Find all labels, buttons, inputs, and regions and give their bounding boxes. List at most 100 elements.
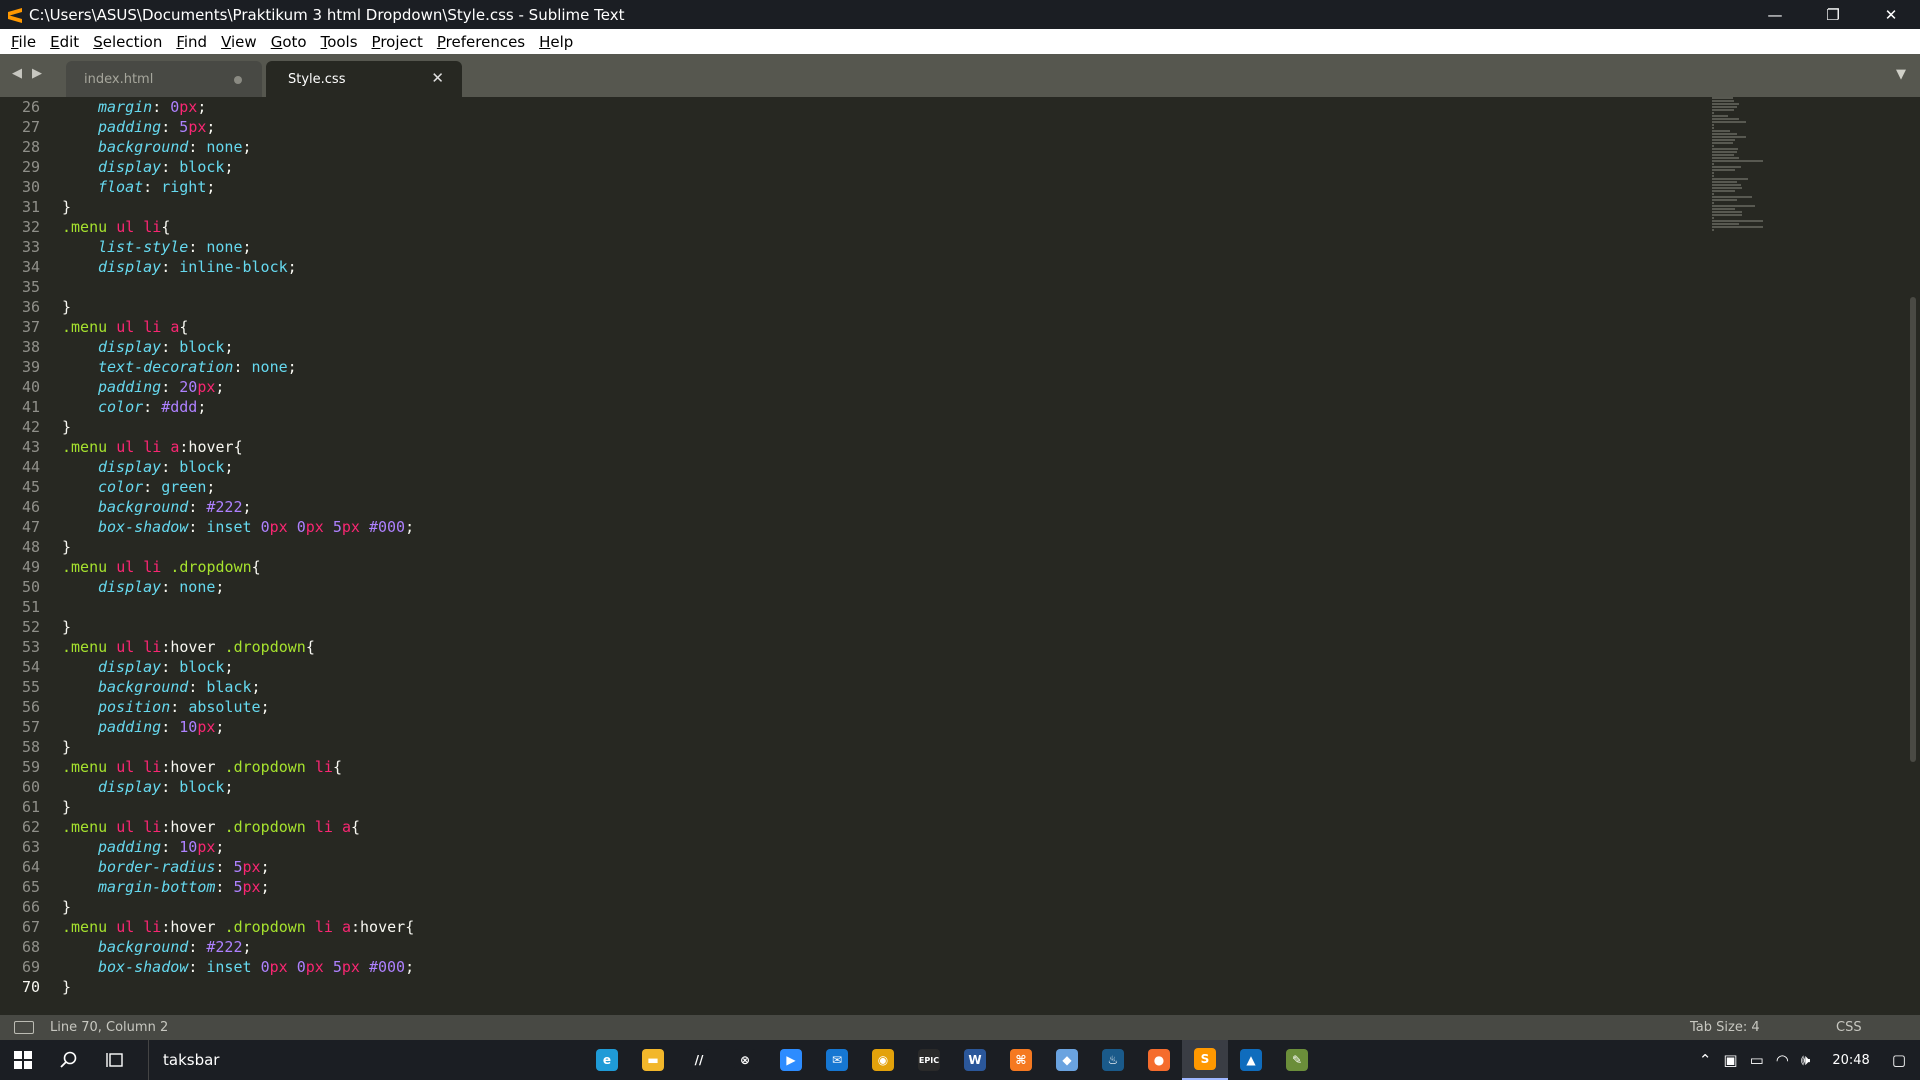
code-line[interactable]: .menu ul li:hover .dropdown li{ <box>62 757 414 777</box>
menu-edit[interactable]: Edit <box>43 33 86 51</box>
menu-preferences[interactable]: Preferences <box>430 33 532 51</box>
taskbar-app[interactable]: ▬ <box>630 1040 676 1080</box>
battery-icon[interactable]: ▭ <box>1750 1051 1764 1069</box>
code-line[interactable]: display: block; <box>62 457 414 477</box>
tab-size-indicator[interactable]: Tab Size: 4 <box>1690 1020 1760 1035</box>
code-line[interactable]: margin: 0px; <box>62 97 414 117</box>
taskbar-app[interactable]: W <box>952 1040 998 1080</box>
taskbar-app[interactable]: ✉ <box>814 1040 860 1080</box>
code-line[interactable]: background: none; <box>62 137 414 157</box>
tab-dropdown-icon[interactable]: ▼ <box>1896 67 1906 82</box>
code-line[interactable]: } <box>62 797 414 817</box>
code-line[interactable] <box>62 277 414 297</box>
code-line[interactable] <box>62 597 414 617</box>
code-line[interactable]: float: right; <box>62 177 414 197</box>
code-line[interactable]: .menu ul li:hover .dropdown{ <box>62 637 414 657</box>
taskbar-app[interactable]: ◆ <box>1044 1040 1090 1080</box>
taskbar-app[interactable]: ▲ <box>1228 1040 1274 1080</box>
code-line[interactable]: display: inline-block; <box>62 257 414 277</box>
code-line[interactable]: background: #222; <box>62 937 414 957</box>
code-line[interactable]: padding: 10px; <box>62 717 414 737</box>
start-icon[interactable] <box>0 1040 46 1080</box>
code-line[interactable]: padding: 5px; <box>62 117 414 137</box>
taskbar-app[interactable]: ✎ <box>1274 1040 1320 1080</box>
taskbar-app[interactable]: EPIC <box>906 1040 952 1080</box>
close-window-button[interactable]: ✕ <box>1862 0 1920 29</box>
code-line[interactable]: } <box>62 977 414 997</box>
code-line[interactable]: padding: 10px; <box>62 837 414 857</box>
tab-prev-icon[interactable]: ◀ <box>12 66 22 81</box>
vertical-scrollbar[interactable] <box>1910 297 1916 762</box>
code-line[interactable]: text-decoration: none; <box>62 357 414 377</box>
menu-tools[interactable]: Tools <box>314 33 365 51</box>
code-line[interactable]: background: black; <box>62 677 414 697</box>
close-tab-icon[interactable]: ✕ <box>431 69 444 87</box>
code-line[interactable]: display: block; <box>62 337 414 357</box>
chevron-up-icon[interactable]: ⌃ <box>1699 1051 1712 1069</box>
tab-next-icon[interactable]: ▶ <box>32 66 42 81</box>
code-line[interactable]: .menu ul li{ <box>62 217 414 237</box>
search-icon[interactable] <box>46 1040 92 1080</box>
code-line[interactable]: box-shadow: inset 0px 0px 5px #000; <box>62 957 414 977</box>
code-line[interactable]: padding: 20px; <box>62 377 414 397</box>
code-line[interactable]: position: absolute; <box>62 697 414 717</box>
tab-index-html[interactable]: index.html <box>66 61 262 97</box>
taskbar-app[interactable]: e <box>584 1040 630 1080</box>
code-line[interactable]: margin-bottom: 5px; <box>62 877 414 897</box>
taskbar-app[interactable]: ⌘ <box>998 1040 1044 1080</box>
menu-find[interactable]: Find <box>169 33 214 51</box>
menu-help[interactable]: Help <box>532 33 580 51</box>
code-line[interactable]: box-shadow: inset 0px 0px 5px #000; <box>62 517 414 537</box>
taskbar-app[interactable]: S <box>1182 1040 1228 1080</box>
code-line[interactable]: display: none; <box>62 577 414 597</box>
taskbar-search-text[interactable]: taksbar <box>148 1040 219 1080</box>
taskbar-app[interactable]: ● <box>1136 1040 1182 1080</box>
taskbar-app[interactable]: // <box>676 1040 722 1080</box>
menu-file[interactable]: File <box>4 33 43 51</box>
menu-view[interactable]: View <box>214 33 264 51</box>
code-line[interactable]: .menu ul li:hover .dropdown li a{ <box>62 817 414 837</box>
cursor-position[interactable]: Line 70, Column 2 <box>50 1020 168 1035</box>
code-line[interactable]: background: #222; <box>62 497 414 517</box>
code-line[interactable]: color: #ddd; <box>62 397 414 417</box>
taskbar-app[interactable]: ♨ <box>1090 1040 1136 1080</box>
volume-icon[interactable]: 🕪 <box>1801 1051 1810 1069</box>
menu-project[interactable]: Project <box>365 33 430 51</box>
code-line[interactable]: .menu ul li a{ <box>62 317 414 337</box>
wifi-icon[interactable]: ◠ <box>1776 1051 1789 1069</box>
code-line[interactable]: } <box>62 897 414 917</box>
code-line[interactable]: } <box>62 297 414 317</box>
notifications-icon[interactable]: ▢ <box>1892 1051 1906 1069</box>
taskbar-app[interactable]: ◉ <box>860 1040 906 1080</box>
taskbar-app[interactable]: ⊗ <box>722 1040 768 1080</box>
code-line[interactable]: border-radius: 5px; <box>62 857 414 877</box>
minimap[interactable] <box>1712 97 1872 277</box>
taskbar-app[interactable]: ▶ <box>768 1040 814 1080</box>
code-line[interactable]: } <box>62 537 414 557</box>
code-line[interactable]: } <box>62 737 414 757</box>
code-line[interactable]: } <box>62 617 414 637</box>
code-line[interactable]: .menu ul li .dropdown{ <box>62 557 414 577</box>
panel-toggle-icon[interactable] <box>14 1021 34 1034</box>
code-editor[interactable]: 26 27 28 29 30 31 32 33 34 35 36 37 38 39 40 41 42 43 44 45… <box>0 97 1920 1015</box>
code-line[interactable]: .menu ul li a:hover{ <box>62 437 414 457</box>
menu-goto[interactable]: Goto <box>264 33 314 51</box>
code-content[interactable]: margin: 0px; padding: 5px; background: non… <box>62 97 414 997</box>
network-adapter-icon[interactable]: ▣ <box>1723 1051 1737 1069</box>
code-line[interactable]: color: green; <box>62 477 414 497</box>
tab-style-css[interactable]: Style.css ✕ <box>266 61 462 97</box>
syntax-indicator[interactable]: CSS <box>1836 1020 1862 1035</box>
code-line[interactable]: display: block; <box>62 657 414 677</box>
minimize-button[interactable]: — <box>1746 0 1804 29</box>
menu-selection[interactable]: Selection <box>86 33 169 51</box>
code-line[interactable]: } <box>62 197 414 217</box>
task-view-icon[interactable] <box>92 1040 138 1080</box>
code-line[interactable]: list-style: none; <box>62 237 414 257</box>
code-line[interactable]: display: block; <box>62 777 414 797</box>
code-line[interactable]: display: block; <box>62 157 414 177</box>
code-line[interactable]: .menu ul li:hover .dropdown li a:hover{ <box>62 917 414 937</box>
code-line[interactable]: } <box>62 417 414 437</box>
unsaved-dot-icon[interactable] <box>234 76 242 84</box>
restore-button[interactable]: ❐ <box>1804 0 1862 29</box>
clock[interactable]: 20:48 <box>1832 1053 1869 1068</box>
